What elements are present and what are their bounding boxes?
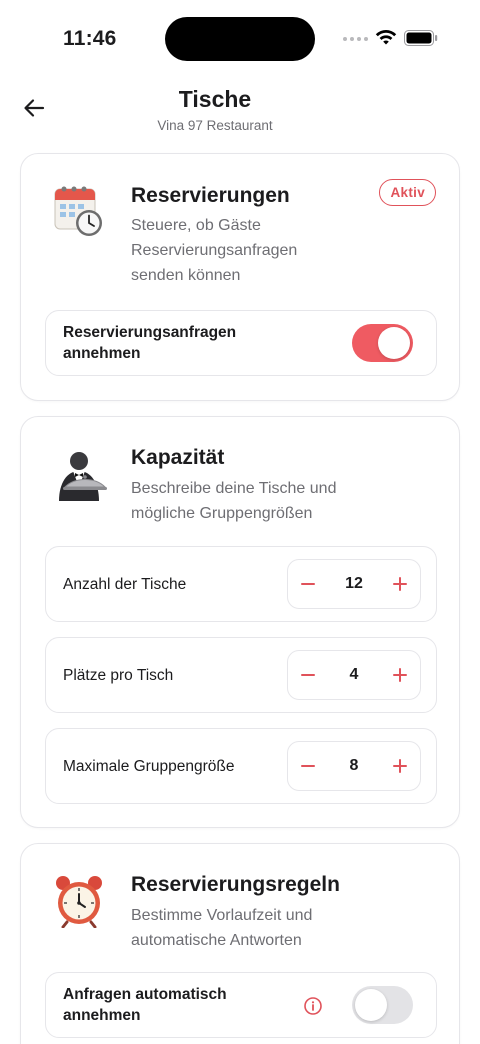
minus-icon — [301, 583, 315, 585]
accept-requests-row: Reservierungsanfragen annehmen — [45, 310, 437, 376]
toggle-knob — [355, 989, 387, 1021]
accept-requests-toggle[interactable] — [352, 324, 413, 362]
table-count-label: Anzahl der Tische — [63, 576, 187, 593]
status-bar: 11:46 — [0, 0, 480, 78]
seats-per-table-stepper: 4 — [287, 650, 421, 700]
table-count-stepper: 12 — [287, 559, 421, 609]
capacity-description: Beschreibe deine Tische und mögliche Gru… — [131, 480, 337, 522]
reservations-description: Steuere, ob Gäste Reservierungsanfragen … — [131, 217, 298, 284]
rules-title: Reservierungsregeln — [131, 873, 340, 896]
auto-accept-toggle[interactable] — [352, 986, 413, 1024]
max-group-size-value: 8 — [349, 757, 359, 774]
max-group-size-row: Maximale Gruppengröße 8 — [45, 728, 437, 804]
page-subtitle: Vina 97 Restaurant — [157, 118, 273, 133]
info-icon[interactable] — [303, 996, 323, 1016]
auto-accept-label: Anfragen automatisch annehmen — [63, 986, 227, 1024]
plus-icon — [393, 668, 407, 682]
table-count-value: 12 — [345, 575, 363, 592]
decrement-button[interactable] — [288, 560, 328, 608]
increment-button[interactable] — [380, 651, 420, 699]
seats-per-table-value: 4 — [349, 666, 359, 683]
seats-per-table-row: Plätze pro Tisch 4 — [45, 637, 437, 713]
wifi-icon — [375, 30, 397, 45]
plus-icon — [393, 577, 407, 591]
max-group-size-stepper: 8 — [287, 741, 421, 791]
reservations-card: Reservierungen Aktiv Steuere, ob Gäste R… — [20, 153, 460, 401]
increment-button[interactable] — [380, 560, 420, 608]
increment-button[interactable] — [380, 742, 420, 790]
capacity-title: Kapazität — [131, 446, 225, 469]
plus-icon — [393, 759, 407, 773]
decrement-button[interactable] — [288, 651, 328, 699]
rules-card: Reservierungsregeln Bestimme Vorlaufzeit… — [20, 843, 460, 1044]
decrement-button[interactable] — [288, 742, 328, 790]
dynamic-island — [165, 17, 315, 61]
max-group-size-label: Maximale Gruppengröße — [63, 758, 235, 775]
minus-icon — [301, 765, 315, 767]
rules-description: Bestimme Vorlaufzeit und automatische An… — [131, 907, 313, 949]
accept-requests-label: Reservierungsanfragen annehmen — [63, 324, 237, 362]
waiter-icon — [59, 452, 107, 501]
status-time: 11:46 — [63, 27, 117, 50]
reservations-title: Reservierungen — [131, 184, 290, 207]
signal-icon — [343, 37, 368, 41]
table-count-row: Anzahl der Tische 12 — [45, 546, 437, 622]
battery-icon — [404, 30, 438, 46]
capacity-card: Kapazität Beschreibe deine Tische und mö… — [20, 416, 460, 828]
status-badge: Aktiv — [379, 179, 436, 206]
calendar-clock-icon — [54, 186, 102, 236]
page-title: Tische — [178, 86, 252, 112]
seats-per-table-label: Plätze pro Tisch — [63, 667, 174, 684]
minus-icon — [301, 674, 315, 676]
toggle-knob — [378, 327, 410, 359]
alarm-clock-icon — [56, 876, 102, 928]
auto-accept-row: Anfragen automatisch annehmen — [45, 972, 437, 1038]
